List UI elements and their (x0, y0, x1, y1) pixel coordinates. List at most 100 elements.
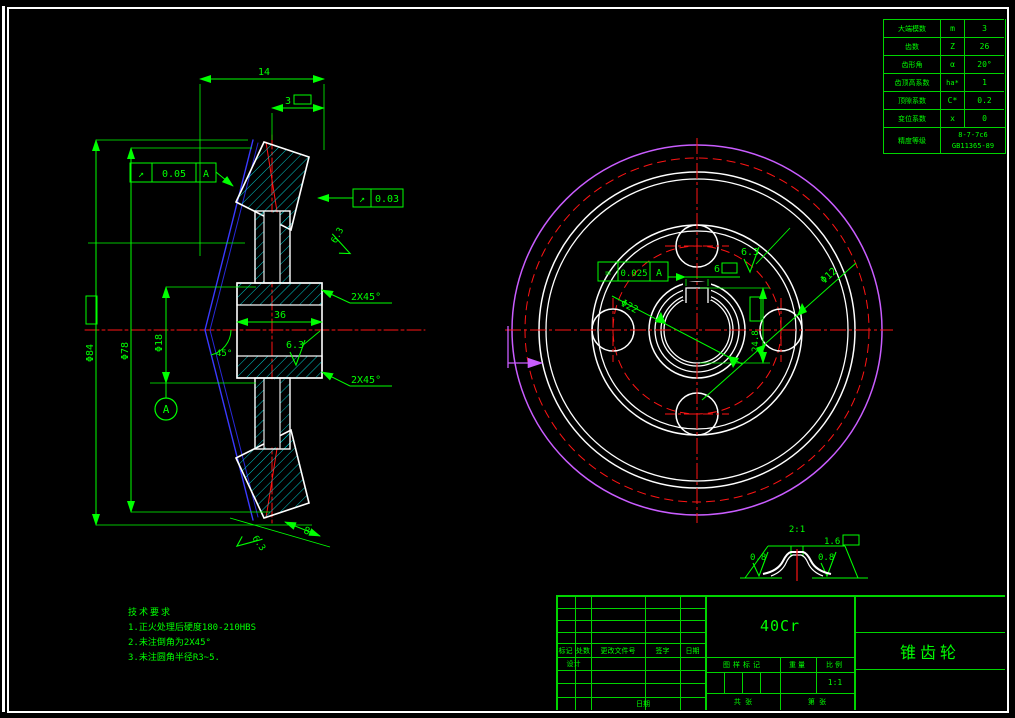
bore-outer-circle (661, 294, 733, 366)
note-line: 1.正火处理后硬度180-210HBS (128, 621, 256, 636)
dim-hub-length: 36 (274, 310, 286, 321)
cad-canvas: { "param_table": { "rows": [ {"label":"大… (0, 0, 1015, 718)
accuracy-standard: GB11365-89 (952, 141, 994, 152)
part-name: 锥齿轮 (856, 632, 1004, 669)
tolerance-box (843, 535, 859, 545)
sheets-total: 共 张 (706, 694, 780, 709)
svg-text:45°: 45° (216, 349, 232, 359)
svg-text:6.3: 6.3 (330, 226, 346, 245)
param-value: 1 (964, 73, 1004, 91)
param-value: 8-7-7c6 GB11365-89 (940, 127, 1005, 153)
chamfer-callout-bottom: 2X45° (322, 372, 392, 386)
sheet-number: 第 张 (780, 694, 854, 709)
svg-text:Φ12: Φ12 (819, 266, 840, 286)
table-row: 齿形角 α 20° (883, 55, 1005, 73)
dim-bore-diameter: Φ22 (612, 296, 742, 368)
param-label: 齿顶高系数 (883, 73, 940, 91)
svg-text:A: A (656, 268, 662, 279)
tolerance-box (294, 95, 311, 104)
svg-text:6: 6 (714, 264, 720, 275)
svg-text:0.025: 0.025 (620, 269, 647, 279)
weight-label: 重量 (780, 658, 816, 672)
roughness-symbol: 6.3 (326, 226, 359, 258)
param-symbol: ha* (940, 73, 964, 91)
param-symbol: C* (940, 91, 964, 109)
svg-text:0.8: 0.8 (750, 553, 766, 563)
material-spec: 40Cr (706, 595, 854, 657)
note-line: 2.未注倒角为2X45° (128, 636, 256, 651)
svg-text:A: A (203, 169, 209, 180)
svg-text:0.05: 0.05 (162, 169, 186, 180)
roughness-symbol: 0.8 (750, 552, 768, 576)
runout-icon: ↗ (138, 169, 144, 180)
dim-tooth-width: 14 (258, 67, 270, 78)
tooth-detail-view: 2:1 1.6 0.8 0.8 (740, 525, 868, 581)
svg-text:6.3: 6.3 (741, 247, 759, 258)
revision-header-signature: 签字 (645, 644, 680, 657)
right-view-dimensions: = 0.025 A 6 24.8 Φ22 (598, 228, 856, 400)
revision-header-count: 处数 (575, 644, 591, 657)
date-label: 日期 (625, 698, 661, 710)
param-label: 齿数 (883, 37, 940, 55)
param-symbol: x (940, 109, 964, 127)
svg-text:2X45°: 2X45° (351, 375, 381, 386)
gear-parameter-table: 大端模数 m 3 齿数 Z 26 齿形角 α 20° 齿顶高系数 ha* 1 顶… (883, 19, 1006, 154)
param-symbol: m (940, 19, 964, 37)
param-label: 精度等级 (883, 127, 940, 153)
technical-notes: 技术要求 1.正火处理后硬度180-210HBS 2.未注倒角为2X45° 3.… (128, 606, 256, 666)
notes-title: 技术要求 (128, 606, 256, 621)
arrowhead (676, 273, 686, 281)
scale-value: 1:1 (816, 673, 854, 692)
table-row: 变位系数 x 0 (883, 109, 1005, 127)
svg-text:Φ22: Φ22 (619, 298, 640, 316)
accuracy-grade: 8-7-7c6 (958, 130, 988, 141)
svg-text:0.03: 0.03 (375, 194, 399, 205)
scale-label: 比例 (816, 658, 854, 672)
fcf-runout-005: ↗ 0.05 A (130, 163, 233, 186)
svg-text:Φ78: Φ78 (120, 342, 131, 360)
svg-text:0.8: 0.8 (818, 553, 834, 563)
chamfer-callout-top: 2X45° (322, 290, 392, 303)
hub-hatch-top (237, 283, 322, 305)
runout-icon: ↗ (359, 194, 365, 205)
web-hole-bottom (264, 380, 280, 448)
svg-text:2X45°: 2X45° (351, 292, 381, 303)
svg-text:Φ18: Φ18 (154, 334, 165, 352)
param-label: 大端模数 (883, 19, 940, 37)
revision-header-changefile: 更改文件号 (591, 644, 645, 657)
table-row: 顶隙系数 C* 0.2 (883, 91, 1005, 109)
table-row: 精度等级 8-7-7c6 GB11365-89 (883, 127, 1005, 153)
hub-hatch-bottom (237, 356, 322, 378)
dim-hole-diameter: Φ12 (702, 263, 856, 400)
design-label: 设计 (556, 658, 591, 670)
svg-text:Φ84: Φ84 (85, 344, 96, 362)
table-row: 齿顶高系数 ha* 1 (883, 73, 1005, 91)
note-line: 3.未注圆角半径R3~5. (128, 651, 256, 666)
svg-text:A: A (163, 403, 170, 416)
param-label: 齿形角 (883, 55, 940, 73)
param-symbol: α (940, 55, 964, 73)
param-value: 26 (964, 37, 1004, 55)
revision-header-date: 日期 (680, 644, 705, 657)
param-value: 0 (964, 109, 1004, 127)
param-label: 变位系数 (883, 109, 940, 127)
datum-a-symbol: A (155, 383, 177, 420)
fcf-runout-003: ↗ 0.03 (318, 189, 403, 207)
dim-offset: 3 (285, 96, 291, 107)
param-symbol: Z (940, 37, 964, 55)
stamp-label: 图样标记 (706, 658, 780, 672)
table-row: 齿数 Z 26 (883, 37, 1005, 55)
param-value: 20° (964, 55, 1004, 73)
param-value: 3 (964, 19, 1004, 37)
symmetry-icon: = (605, 268, 611, 279)
param-value: 0.2 (964, 91, 1004, 109)
table-row: 大端模数 m 3 (883, 19, 1005, 37)
detail-scale-label: 2:1 (789, 525, 805, 535)
param-label: 顶隙系数 (883, 91, 940, 109)
dim-rim-thickness: 8 (230, 518, 330, 547)
web-hole-top (264, 213, 280, 282)
svg-text:6.3: 6.3 (250, 534, 268, 553)
gear-front-view (505, 138, 893, 523)
revision-header-mark: 标记 (556, 644, 575, 657)
roughness-symbol: 6.3 (234, 528, 268, 561)
